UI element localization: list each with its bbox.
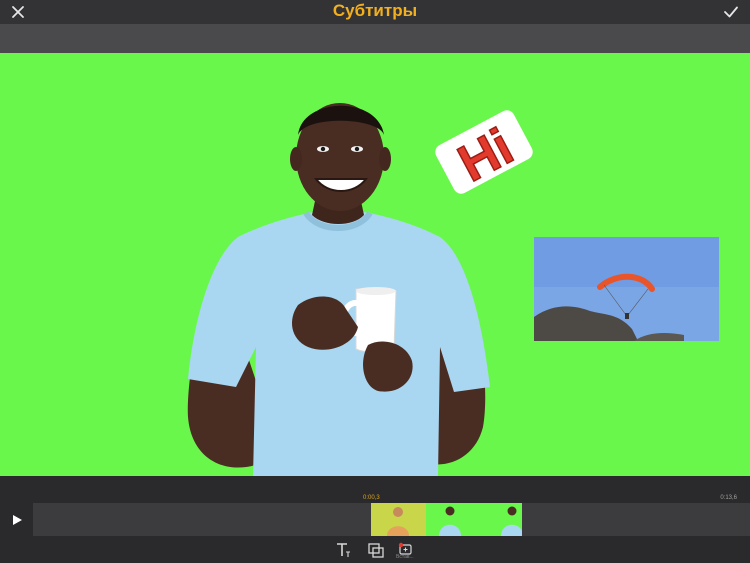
text-tool-button[interactable] bbox=[333, 540, 353, 560]
text-icon bbox=[337, 543, 350, 557]
clip-thumbnail[interactable] bbox=[426, 503, 474, 536]
overlay-icon bbox=[368, 543, 384, 558]
page-title: Субтитры bbox=[332, 1, 418, 20]
insert-tool-label: Встав... bbox=[396, 554, 414, 560]
clip-thumbnail[interactable] bbox=[371, 503, 426, 536]
clip-thumbnail[interactable] bbox=[474, 503, 522, 536]
paraglider-photo[interactable] bbox=[534, 237, 719, 341]
play-icon bbox=[13, 515, 22, 525]
play-button[interactable] bbox=[11, 513, 23, 525]
clip-strip[interactable] bbox=[371, 503, 522, 536]
hi-sticker[interactable]: Hi bbox=[432, 103, 536, 201]
video-editor: Субтитры Hi 0:00,3 0:13,6 Встав... bbox=[0, 0, 750, 563]
subtitle-bar bbox=[0, 24, 750, 53]
checkmark-icon bbox=[724, 6, 738, 18]
total-duration: 0:13,6 bbox=[720, 495, 737, 501]
bottom-toolbar: Встав... bbox=[0, 537, 750, 563]
current-time: 0:00,3 bbox=[363, 495, 380, 501]
timeline-panel: 0:00,3 0:13,6 Встав... bbox=[0, 476, 750, 563]
confirm-button[interactable] bbox=[720, 2, 742, 22]
top-bar: Субтитры bbox=[0, 0, 750, 24]
video-preview[interactable]: Hi bbox=[0, 53, 750, 476]
overlay-tool-button[interactable] bbox=[366, 540, 386, 560]
